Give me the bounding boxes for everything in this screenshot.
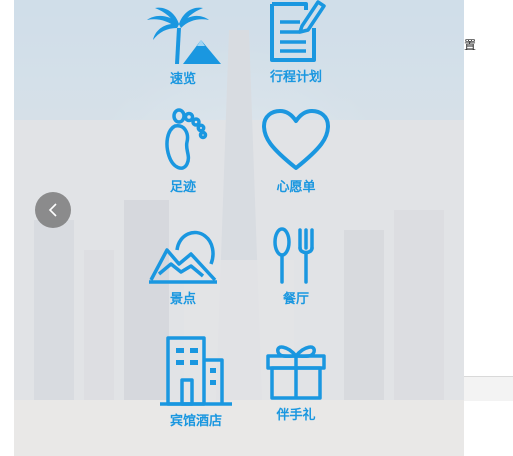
background-window: 置 — [464, 0, 513, 456]
menu-item-wishlist[interactable]: 心愿单 — [246, 108, 346, 218]
building-icon — [160, 336, 232, 406]
background-text-fragment: 置 — [464, 38, 477, 52]
footprint-icon — [165, 108, 208, 170]
menu-item-label: 餐厅 — [282, 292, 309, 307]
spoon-fork-icon — [273, 227, 314, 284]
menu-item-label: 伴手礼 — [276, 408, 316, 423]
gift-icon — [266, 345, 326, 400]
menu-item-label: 行程计划 — [269, 70, 322, 85]
menu-item-souvenirs[interactable]: 伴手礼 — [246, 338, 346, 448]
menu-item-itinerary[interactable]: 行程计划 — [246, 0, 346, 110]
menu-item-label: 宾馆酒店 — [169, 414, 222, 429]
mountain-icon — [149, 230, 217, 284]
menu-item-label: 速览 — [169, 72, 196, 87]
background-divider — [464, 376, 513, 401]
menu-grid: 速览 行程计划 足迹 心愿单 景点 餐厅 宾馆酒店 伴手礼 — [14, 0, 464, 456]
menu-item-restaurants[interactable]: 餐厅 — [246, 224, 346, 334]
heart-icon — [262, 109, 330, 170]
menu-item-label: 景点 — [169, 292, 196, 307]
app-screen: 速览 行程计划 足迹 心愿单 景点 餐厅 宾馆酒店 伴手礼 — [14, 0, 464, 456]
notepad-pencil-icon — [270, 0, 326, 62]
menu-item-attractions[interactable]: 景点 — [133, 224, 233, 334]
menu-item-label: 足迹 — [169, 180, 196, 195]
menu-item-hotels[interactable]: 宾馆酒店 — [146, 334, 246, 444]
menu-item-label: 心愿单 — [276, 180, 316, 195]
menu-item-footprint[interactable]: 足迹 — [133, 108, 233, 218]
palm-island-icon — [147, 7, 221, 64]
menu-item-overview[interactable]: 速览 — [133, 6, 233, 116]
